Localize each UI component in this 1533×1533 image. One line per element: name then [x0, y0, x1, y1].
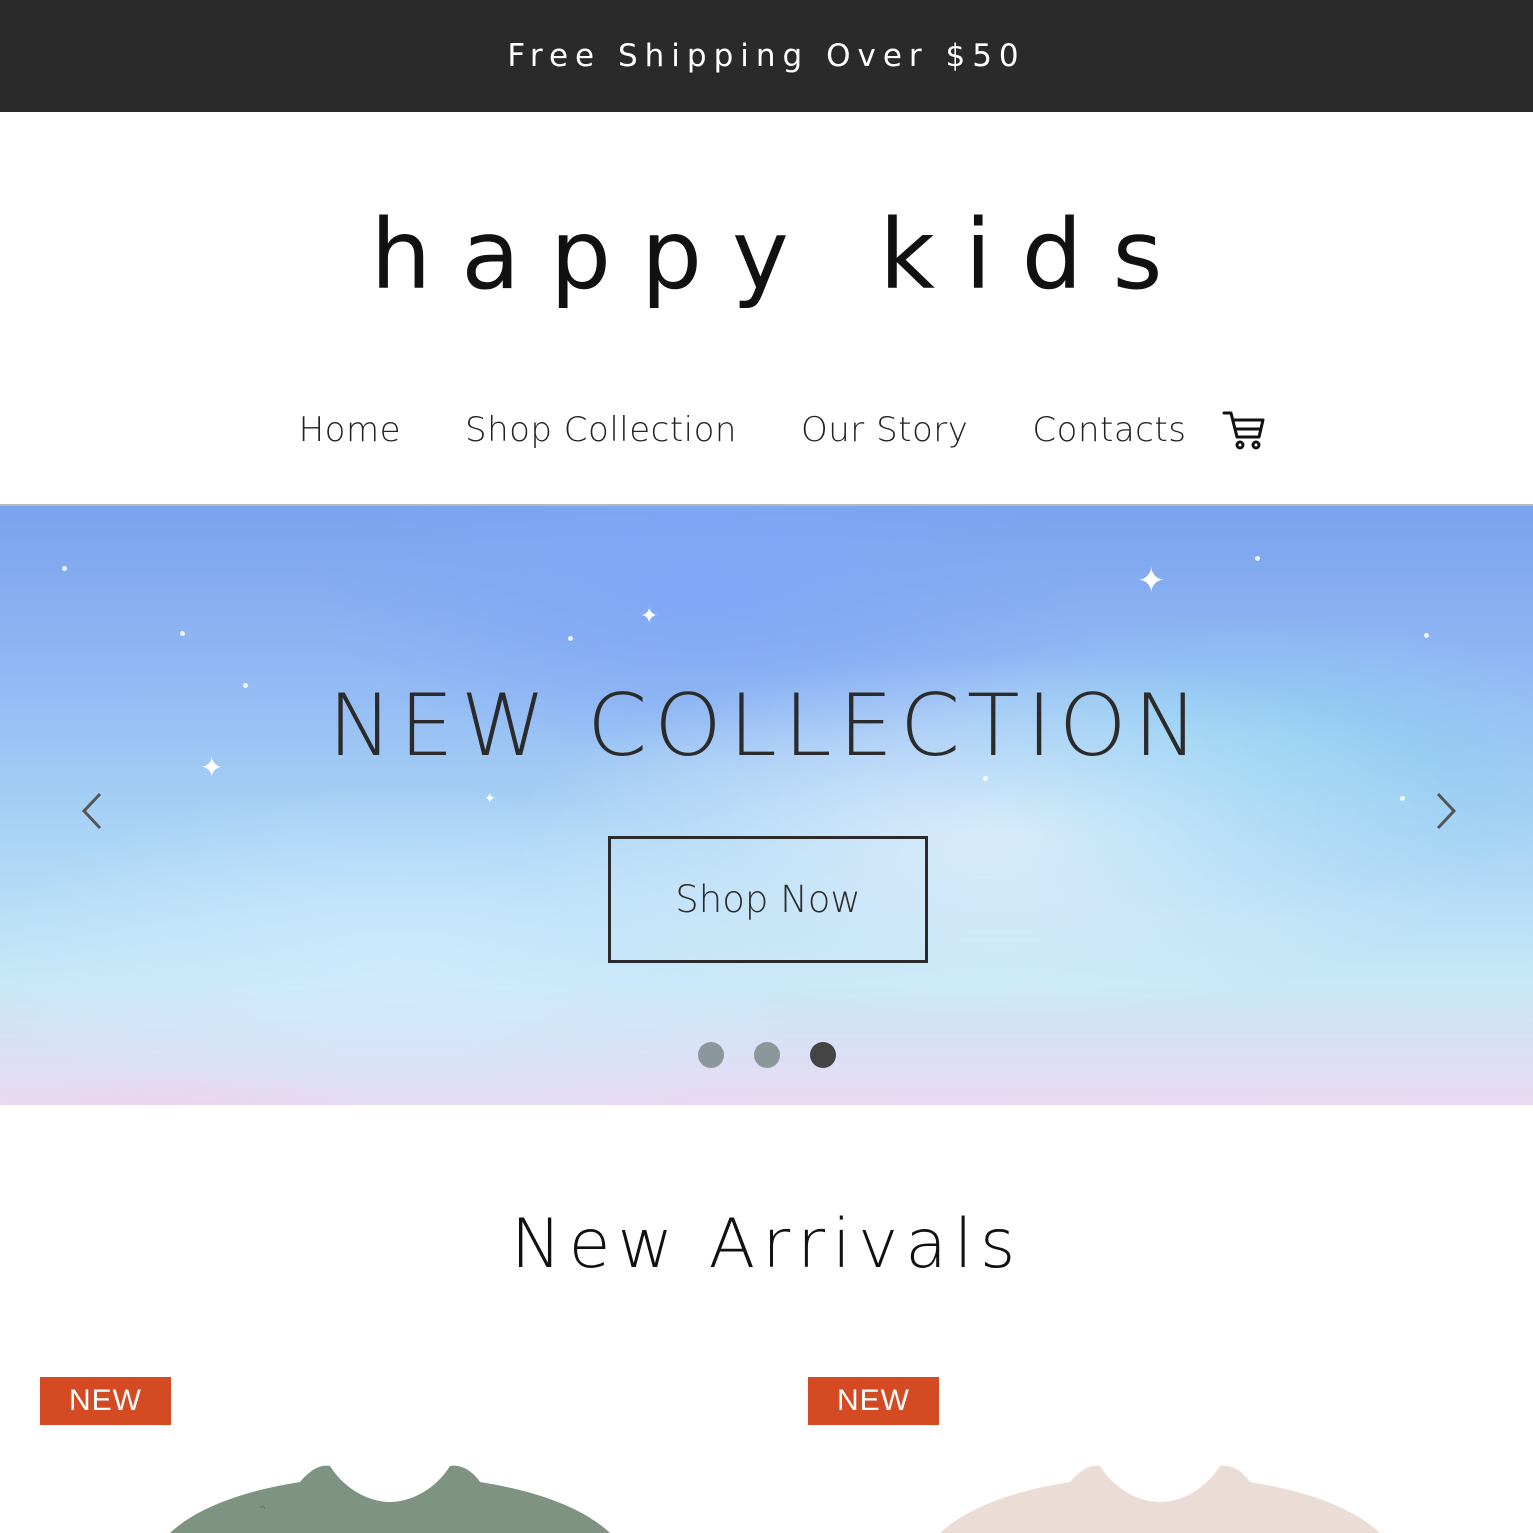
- new-badge: NEW: [40, 1377, 171, 1425]
- product-image[interactable]: [930, 1460, 1390, 1533]
- site-logo[interactable]: happy kids: [0, 190, 1533, 320]
- star-dot: [983, 776, 988, 781]
- star-dot: [62, 566, 67, 571]
- nav-item-home[interactable]: Home: [299, 410, 401, 450]
- new-badge: NEW: [808, 1377, 939, 1425]
- chevron-left-icon[interactable]: [72, 786, 112, 836]
- slider-dot-3[interactable]: [809, 1042, 836, 1068]
- star-dot: [568, 636, 573, 641]
- slider-dot-1[interactable]: [697, 1042, 724, 1068]
- star-dot: [1400, 796, 1405, 801]
- star-dot: [1424, 633, 1429, 638]
- star-dot: [1255, 556, 1260, 561]
- sparkle-icon: ✦: [640, 604, 659, 629]
- chevron-right-icon[interactable]: [1428, 786, 1468, 836]
- slider-dots: [0, 1042, 1533, 1068]
- cart-icon[interactable]: [1222, 409, 1266, 451]
- nav-item-contacts[interactable]: Contacts: [1032, 410, 1186, 450]
- sparkle-icon: ✦: [1137, 561, 1166, 601]
- announcement-bar: Free Shipping Over $50: [0, 0, 1533, 112]
- star-dot: [180, 631, 185, 636]
- sparkle-icon: ✦: [484, 791, 496, 807]
- main-nav: Home Shop Collection Our Story Contacts: [0, 395, 1533, 465]
- section-title-new-arrivals: New Arrivals: [510, 1205, 1023, 1284]
- slider-dot-2[interactable]: [753, 1042, 780, 1068]
- shop-now-button[interactable]: Shop Now: [608, 836, 928, 963]
- hero-title: NEW COLLECTION: [328, 676, 1205, 776]
- nav-item-our-story[interactable]: Our Story: [801, 410, 968, 450]
- svg-text:ᵔ: ᵔ: [260, 1503, 266, 1519]
- hero-slider: ✦ ✦ ✦ ✦ NEW COLLECTION Shop Now: [0, 504, 1533, 1105]
- product-image[interactable]: ᵔ: [160, 1460, 620, 1533]
- nav-item-shop-collection[interactable]: Shop Collection: [465, 410, 737, 450]
- announcement-text: Free Shipping Over $50: [507, 38, 1026, 74]
